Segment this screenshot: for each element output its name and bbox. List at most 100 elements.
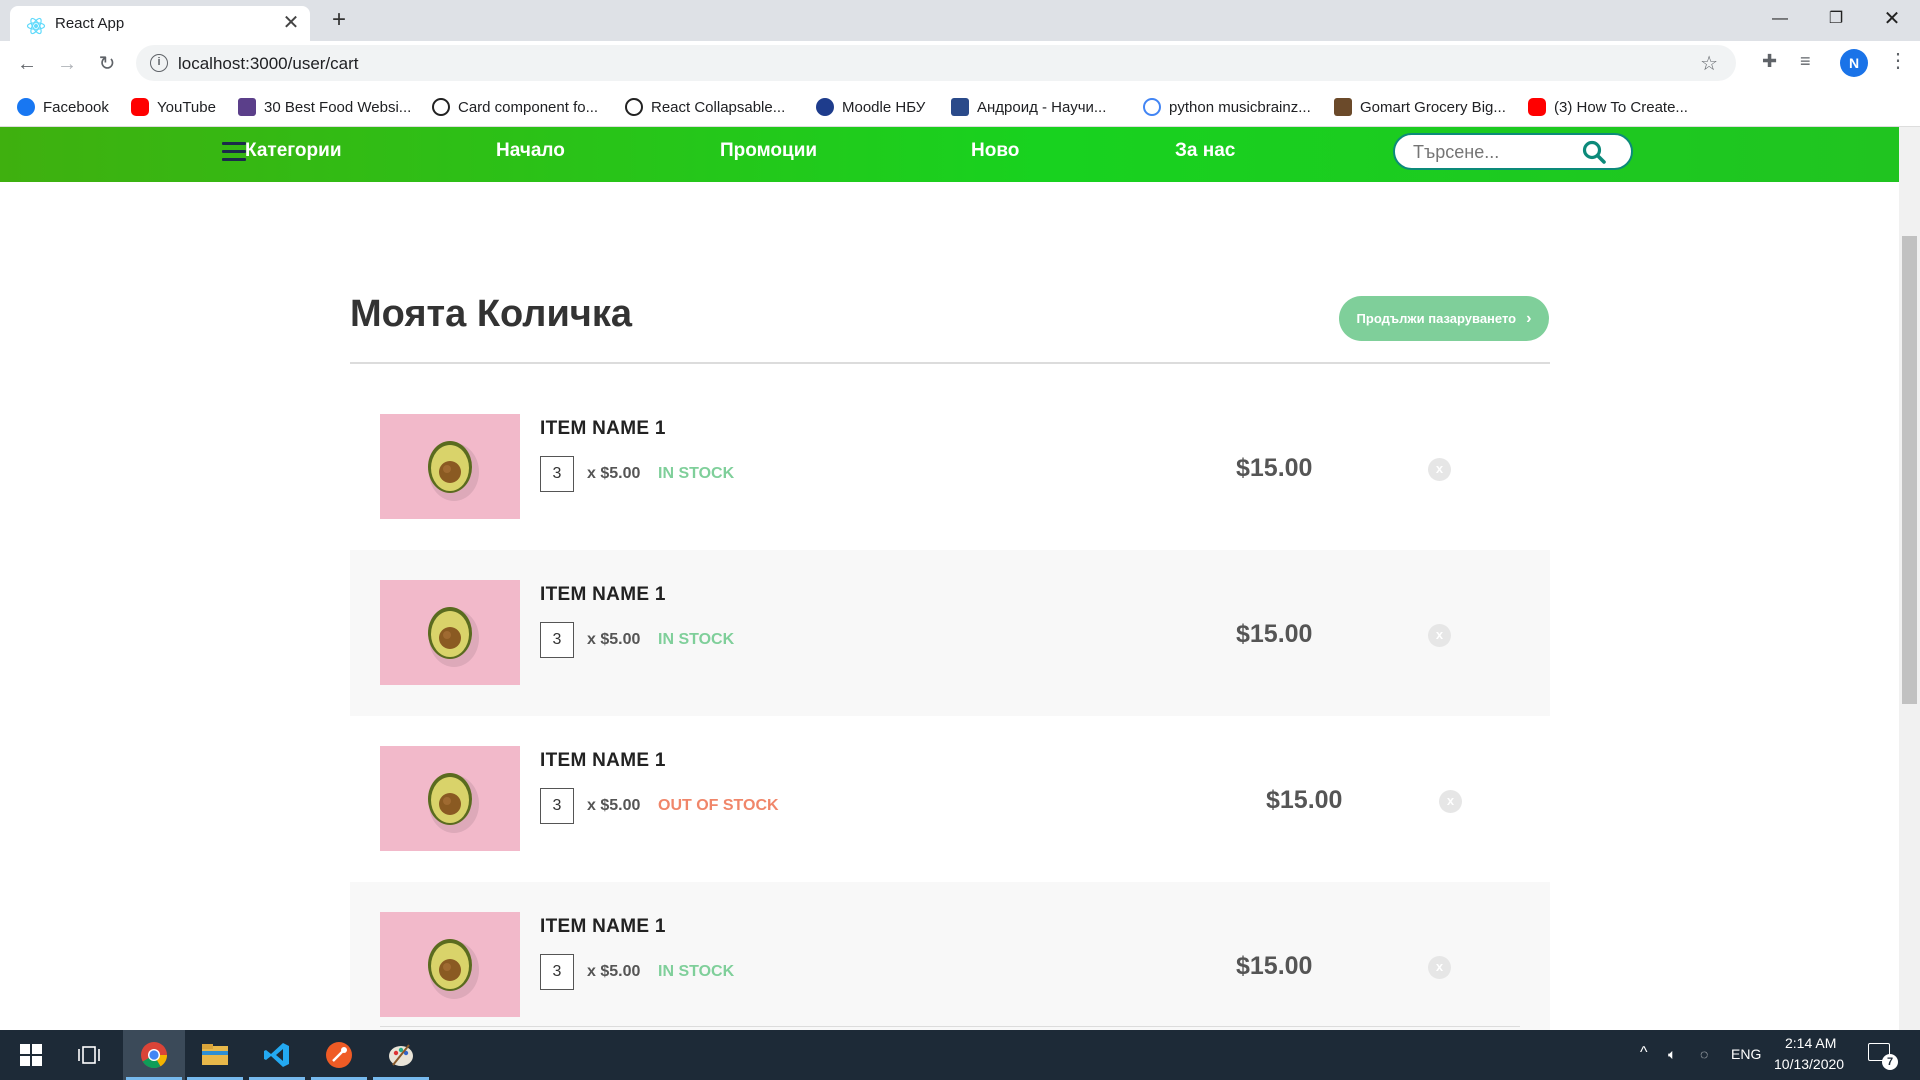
bookmark-android[interactable]: Андроид - Научи... xyxy=(951,96,1106,118)
bookmark-food-websites[interactable]: 30 Best Food Websi... xyxy=(238,96,411,118)
volume-icon[interactable]: 🔈︎ xyxy=(1668,1046,1676,1063)
quantity-input[interactable]: 3 xyxy=(540,788,574,824)
taskbar-vscode[interactable] xyxy=(246,1030,308,1080)
bookmark-moodle[interactable]: Moodle НБУ xyxy=(816,96,925,118)
codepen-icon xyxy=(432,98,450,116)
reload-icon[interactable]: ↻ xyxy=(93,50,121,78)
vscode-icon xyxy=(264,1043,289,1067)
nav-about[interactable]: За нас xyxy=(1175,140,1235,162)
continue-shopping-button[interactable]: Продължи пазаруването › xyxy=(1339,296,1549,341)
clock-time[interactable]: 2:14 AM xyxy=(1785,1035,1836,1051)
unit-price: x $5.00 xyxy=(587,797,641,814)
stock-status: OUT OF STOCK xyxy=(658,797,779,814)
item-name[interactable]: ITEM NAME 1 xyxy=(540,750,666,772)
taskbar-paint[interactable] xyxy=(370,1030,432,1080)
moodle-icon xyxy=(816,98,834,116)
scrollbar-thumb[interactable] xyxy=(1902,236,1917,704)
media-control-icon[interactable]: ≡ xyxy=(1800,51,1811,72)
search-icon[interactable] xyxy=(1579,137,1609,167)
folder-icon xyxy=(202,1044,228,1065)
tab-title: React App xyxy=(55,15,125,32)
bookmark-how-to-create[interactable]: (3) How To Create... xyxy=(1528,96,1688,118)
bookmark-python-musicbrainz[interactable]: python musicbrainz... xyxy=(1143,96,1311,118)
cart-item-row: ITEM NAME 1 3 x $5.00 IN STOCK $15.00 x xyxy=(350,384,1550,550)
url-text[interactable]: localhost:3000/user/cart xyxy=(178,54,359,74)
quantity-input[interactable]: 3 xyxy=(540,954,574,990)
remove-item-icon[interactable]: x xyxy=(1428,624,1451,647)
postman-icon xyxy=(326,1042,352,1068)
item-total-price: $15.00 xyxy=(1236,952,1313,980)
nav-new[interactable]: Ново xyxy=(971,140,1019,162)
title-divider xyxy=(350,362,1550,364)
taskbar-postman[interactable] xyxy=(308,1030,370,1080)
cart-item-row: ITEM NAME 1 3 x $5.00 IN STOCK $15.00 x xyxy=(350,550,1550,716)
quantity-input[interactable]: 3 xyxy=(540,456,574,492)
tab-close-icon[interactable]: ✕ xyxy=(280,12,302,34)
bookmark-facebook[interactable]: Facebook xyxy=(17,96,109,118)
restore-icon[interactable]: ❐ xyxy=(1808,0,1864,40)
youtube-icon xyxy=(131,98,149,116)
gomart-icon xyxy=(1334,98,1352,116)
chevron-right-icon: › xyxy=(1526,309,1532,327)
close-window-icon[interactable]: ✕ xyxy=(1864,0,1920,40)
item-thumbnail[interactable] xyxy=(380,414,520,519)
item-total-price: $15.00 xyxy=(1236,454,1313,482)
item-thumbnail[interactable] xyxy=(380,746,520,851)
quantity-input[interactable]: 3 xyxy=(540,622,574,658)
item-thumbnail[interactable] xyxy=(380,912,520,1017)
site-info-icon[interactable]: i xyxy=(150,54,168,72)
taskbar-file-explorer[interactable] xyxy=(184,1030,246,1080)
cart-item-row: ITEM NAME 1 3 x $5.00 OUT OF STOCK $15.00 x xyxy=(350,716,1550,882)
remove-item-icon[interactable]: x xyxy=(1428,956,1451,979)
item-thumbnail[interactable] xyxy=(380,580,520,685)
back-icon[interactable]: ← xyxy=(13,50,41,78)
remove-item-icon[interactable]: x xyxy=(1439,790,1462,813)
notification-count-badge: 7 xyxy=(1882,1054,1898,1070)
start-button[interactable] xyxy=(0,1030,62,1080)
bookmark-star-icon[interactable]: ☆ xyxy=(1700,51,1718,76)
windows-logo-icon xyxy=(20,1044,42,1066)
bookmark-react-collapsable[interactable]: React Collapsable... xyxy=(625,96,785,118)
bookmark-youtube[interactable]: YouTube xyxy=(131,96,216,118)
unit-price: x $5.00 xyxy=(587,963,641,980)
clock-date[interactable]: 10/13/2020 xyxy=(1774,1056,1844,1072)
nav-promotions[interactable]: Промоции xyxy=(720,140,817,162)
nav-home[interactable]: Начало xyxy=(496,140,565,162)
nav-categories[interactable]: Категории xyxy=(245,140,342,162)
item-name[interactable]: ITEM NAME 1 xyxy=(540,418,666,440)
stock-status: IN STOCK xyxy=(658,631,735,648)
profile-avatar[interactable]: N xyxy=(1840,49,1868,77)
language-indicator[interactable]: ENG xyxy=(1731,1046,1761,1062)
new-tab-icon[interactable]: + xyxy=(325,6,353,34)
item-name[interactable]: ITEM NAME 1 xyxy=(540,916,666,938)
bookmark-gomart[interactable]: Gomart Grocery Big... xyxy=(1334,96,1506,118)
avocado-image xyxy=(428,607,479,667)
taskbar-chrome[interactable] xyxy=(123,1030,185,1080)
menu-icon[interactable]: ⋮ xyxy=(1888,48,1908,73)
item-name[interactable]: ITEM NAME 1 xyxy=(540,584,666,606)
network-icon[interactable]: ◌ xyxy=(1700,1046,1708,1062)
task-view-button[interactable] xyxy=(59,1030,121,1080)
colorlib-icon xyxy=(238,98,256,116)
google-icon xyxy=(1143,98,1161,116)
item-total-price: $15.00 xyxy=(1266,786,1343,814)
bookmark-card-component[interactable]: Card component fo... xyxy=(432,96,598,118)
avocado-image xyxy=(428,939,479,999)
remove-item-icon[interactable]: x xyxy=(1428,458,1451,481)
browser-tab[interactable]: React App ✕ xyxy=(10,6,310,41)
windows-taskbar: ^ 🔈︎ ◌ ENG 2:14 AM 10/13/2020 7 xyxy=(0,1030,1920,1080)
address-bar[interactable]: i localhost:3000/user/cart ☆ xyxy=(136,45,1736,81)
avocado-image xyxy=(428,773,479,833)
page-title: Моята Количка xyxy=(350,293,633,335)
avocado-image xyxy=(428,441,479,501)
minimize-icon[interactable]: — xyxy=(1752,0,1808,40)
task-view-icon xyxy=(78,1046,100,1064)
hamburger-menu-icon[interactable] xyxy=(222,142,246,162)
item-total-price: $15.00 xyxy=(1236,620,1313,648)
unit-price: x $5.00 xyxy=(587,465,641,482)
tray-chevron-up-icon[interactable]: ^ xyxy=(1640,1044,1648,1062)
continue-shopping-label: Продължи пазаруването xyxy=(1356,311,1517,326)
extensions-icon[interactable]: ✚ xyxy=(1762,51,1777,72)
search-input[interactable] xyxy=(1413,141,1573,163)
forward-icon[interactable]: → xyxy=(53,50,81,78)
